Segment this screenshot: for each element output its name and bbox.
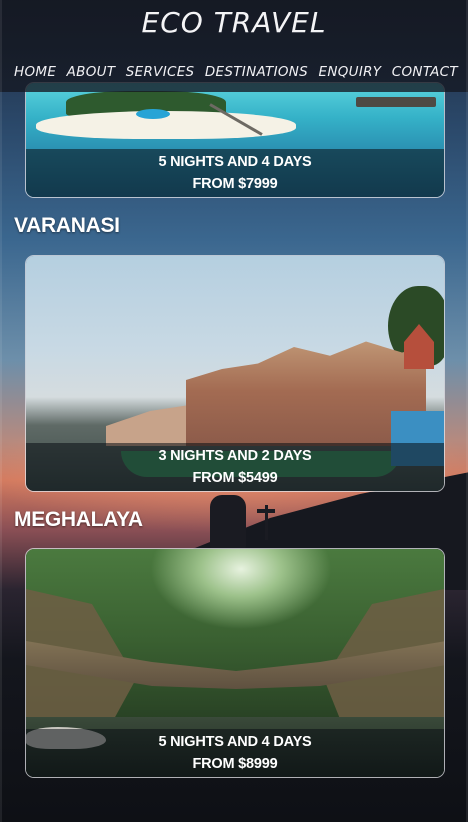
main-nav: HOME ABOUT SERVICES DESTINATIONS ENQUIRY… <box>0 64 468 86</box>
section-title-meghalaya: MEGHALAYA <box>14 508 143 531</box>
nav-enquiry[interactable]: ENQUIRY <box>318 64 381 86</box>
destination-card-1[interactable]: 5 NIGHTS AND 4 DAYS FROM $7999 <box>25 82 445 198</box>
card-duration: 5 NIGHTS AND 4 DAYS <box>158 734 312 750</box>
site-logo[interactable]: ECO TRAVEL <box>0 6 468 39</box>
nav-destinations[interactable]: DESTINATIONS <box>205 64 308 86</box>
card-duration: 5 NIGHTS AND 4 DAYS <box>158 154 312 170</box>
nav-contact[interactable]: CONTACT <box>392 64 458 86</box>
nav-home[interactable]: HOME <box>14 64 56 86</box>
card-caption: 5 NIGHTS AND 4 DAYS FROM $7999 <box>26 149 444 197</box>
card-caption: 5 NIGHTS AND 4 DAYS FROM $8999 <box>26 729 444 777</box>
nav-about[interactable]: ABOUT <box>67 64 116 86</box>
card-duration: 3 NIGHTS AND 2 DAYS <box>158 448 312 464</box>
destination-card-varanasi[interactable]: 3 NIGHTS AND 2 DAYS FROM $5499 <box>25 255 445 492</box>
card-price: FROM $5499 <box>192 470 278 486</box>
nav-services[interactable]: SERVICES <box>126 64 195 86</box>
destination-card-meghalaya[interactable]: 5 NIGHTS AND 4 DAYS FROM $8999 <box>25 548 445 778</box>
section-title-varanasi: VARANASI <box>14 214 120 237</box>
site-header: ECO TRAVEL HOME ABOUT SERVICES DESTINATI… <box>0 0 468 92</box>
hiker-silhouette <box>210 495 246 550</box>
card-price: FROM $8999 <box>192 756 278 772</box>
left-border <box>0 0 2 822</box>
card-price: FROM $7999 <box>192 176 278 192</box>
card-caption: 3 NIGHTS AND 2 DAYS FROM $5499 <box>26 443 444 491</box>
signpost-silhouette <box>257 505 275 540</box>
